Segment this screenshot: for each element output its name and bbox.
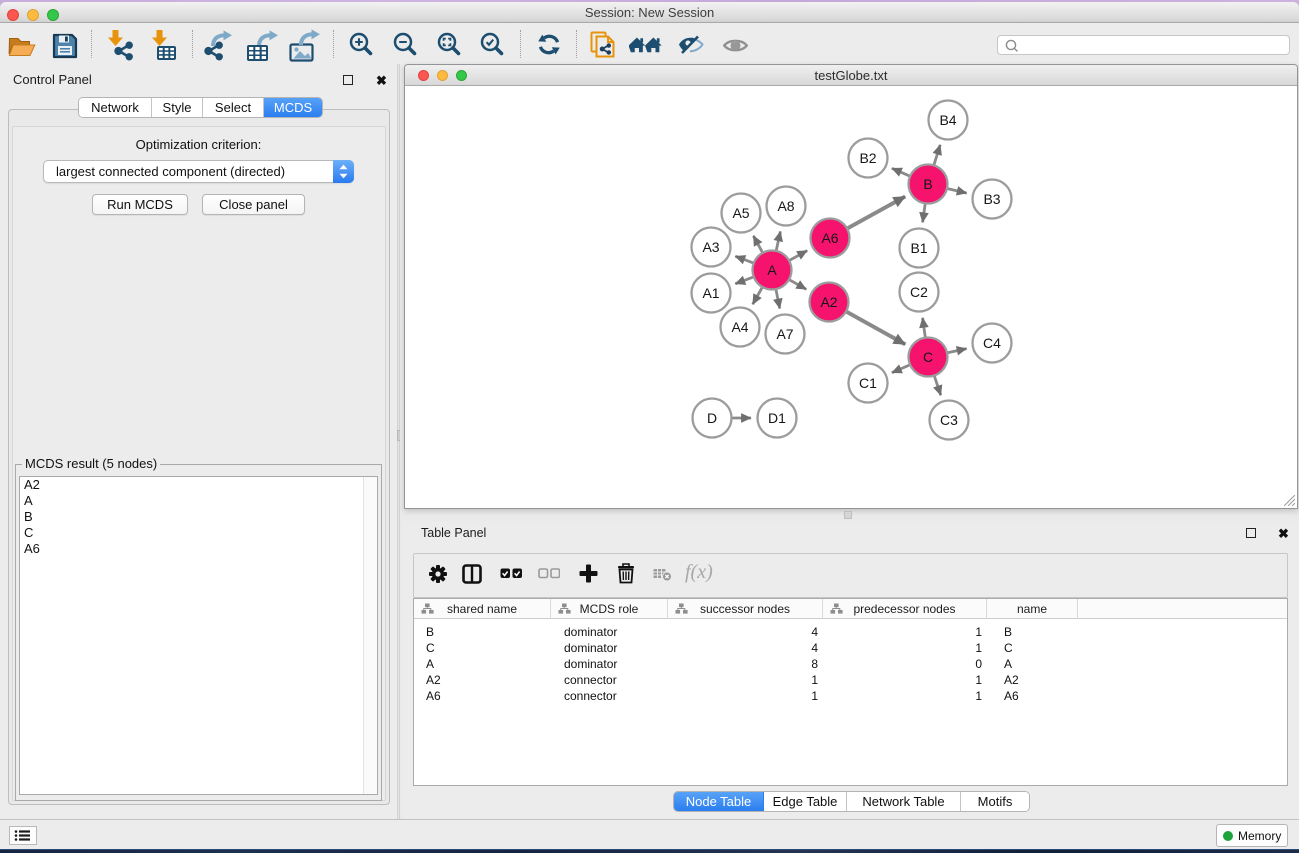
svg-text:B: B xyxy=(923,176,932,192)
svg-text:C1: C1 xyxy=(859,375,877,391)
svg-text:B3: B3 xyxy=(983,191,1000,207)
svg-text:A4: A4 xyxy=(731,319,748,335)
svg-text:C3: C3 xyxy=(940,412,958,428)
svg-text:A8: A8 xyxy=(777,198,794,214)
svg-text:A6: A6 xyxy=(821,230,838,246)
svg-text:C: C xyxy=(923,349,933,365)
svg-text:A5: A5 xyxy=(732,205,749,221)
svg-text:A1: A1 xyxy=(702,285,719,301)
svg-text:D: D xyxy=(707,410,717,426)
svg-text:B2: B2 xyxy=(859,150,876,166)
svg-text:B1: B1 xyxy=(910,240,927,256)
svg-text:A7: A7 xyxy=(776,326,793,342)
svg-text:C4: C4 xyxy=(983,335,1001,351)
svg-text:A3: A3 xyxy=(702,239,719,255)
svg-text:A: A xyxy=(767,262,777,278)
svg-text:C2: C2 xyxy=(910,284,928,300)
svg-text:A2: A2 xyxy=(820,294,837,310)
svg-text:B4: B4 xyxy=(939,112,956,128)
svg-text:D1: D1 xyxy=(768,410,786,426)
